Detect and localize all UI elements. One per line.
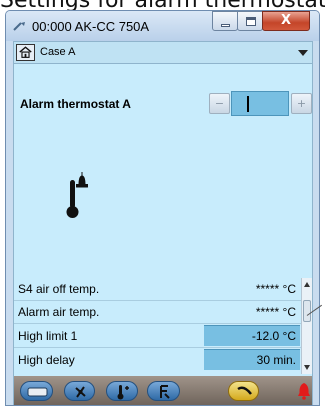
scroll-thumb[interactable] xyxy=(303,300,311,322)
minimize-button[interactable] xyxy=(212,11,238,31)
divider xyxy=(14,347,312,348)
fan-button[interactable] xyxy=(64,381,95,401)
decrement-button[interactable]: − xyxy=(209,93,230,114)
row-label: S4 air off temp. xyxy=(18,282,100,296)
increment-button[interactable]: + xyxy=(291,93,312,114)
home-button[interactable] xyxy=(16,44,35,61)
display-icon xyxy=(27,387,48,397)
list-item[interactable]: S4 air off temp. ***** °C xyxy=(14,278,300,300)
row-value: -12.0 °C xyxy=(251,329,296,343)
list-item[interactable]: High limit 1 -12.0 °C xyxy=(14,325,300,347)
thermostat-alarm-icon xyxy=(66,172,89,218)
list-item[interactable]: Alarm air temp. ***** °C xyxy=(14,301,300,323)
maximize-button[interactable] xyxy=(237,11,263,31)
value-field[interactable]: -12.0 °C xyxy=(204,325,300,346)
close-button[interactable]: X xyxy=(262,11,310,31)
home-icon xyxy=(19,46,32,58)
list-item[interactable]: High delay 30 min. xyxy=(14,349,300,371)
close-icon: X xyxy=(280,13,292,28)
wrench-icon xyxy=(237,386,252,395)
text-cursor xyxy=(247,96,249,112)
case-selector[interactable]: Case A xyxy=(14,42,312,64)
defrost-button[interactable] xyxy=(147,381,180,401)
title-bar: 00:000 AK-CC 750A X xyxy=(6,11,319,41)
minimize-icon xyxy=(221,24,230,27)
vertical-scrollbar[interactable] xyxy=(301,278,312,374)
bell-icon[interactable] xyxy=(297,382,311,400)
value-stepper[interactable]: − + xyxy=(209,90,313,116)
app-icon xyxy=(13,22,25,31)
scroll-down-icon[interactable] xyxy=(304,365,310,370)
row-label: High delay xyxy=(18,353,75,367)
bottom-toolbar xyxy=(14,376,312,405)
row-value: 30 min. xyxy=(256,353,296,367)
row-label: Alarm air temp. xyxy=(18,305,100,319)
thermostat-icon xyxy=(117,385,129,400)
chevron-down-icon[interactable] xyxy=(298,50,308,56)
divider xyxy=(14,323,312,324)
stepper-input[interactable] xyxy=(231,91,289,116)
row-value: ***** °C xyxy=(255,282,296,296)
display-button[interactable] xyxy=(20,381,53,401)
content-panel: Case A Alarm thermostat A − + S4 air off… xyxy=(13,41,313,405)
scroll-up-icon[interactable] xyxy=(304,282,310,287)
maximize-icon xyxy=(246,17,256,26)
section-title: Alarm thermostat A xyxy=(20,97,131,111)
parameter-list: S4 air off temp. ***** °C Alarm air temp… xyxy=(14,278,312,374)
value-field[interactable]: 30 min. xyxy=(204,349,300,370)
thermostat-button[interactable] xyxy=(106,381,138,401)
case-selected-label: Case A xyxy=(40,46,76,58)
app-window: 00:000 AK-CC 750A X Case A Alarm thermos… xyxy=(5,10,320,406)
window-title: 00:000 AK-CC 750A xyxy=(32,19,150,34)
service-button[interactable] xyxy=(228,381,259,401)
fan-icon xyxy=(75,386,86,398)
defrost-icon xyxy=(160,385,170,399)
row-value: ***** °C xyxy=(255,305,296,319)
row-label: High limit 1 xyxy=(18,329,78,343)
